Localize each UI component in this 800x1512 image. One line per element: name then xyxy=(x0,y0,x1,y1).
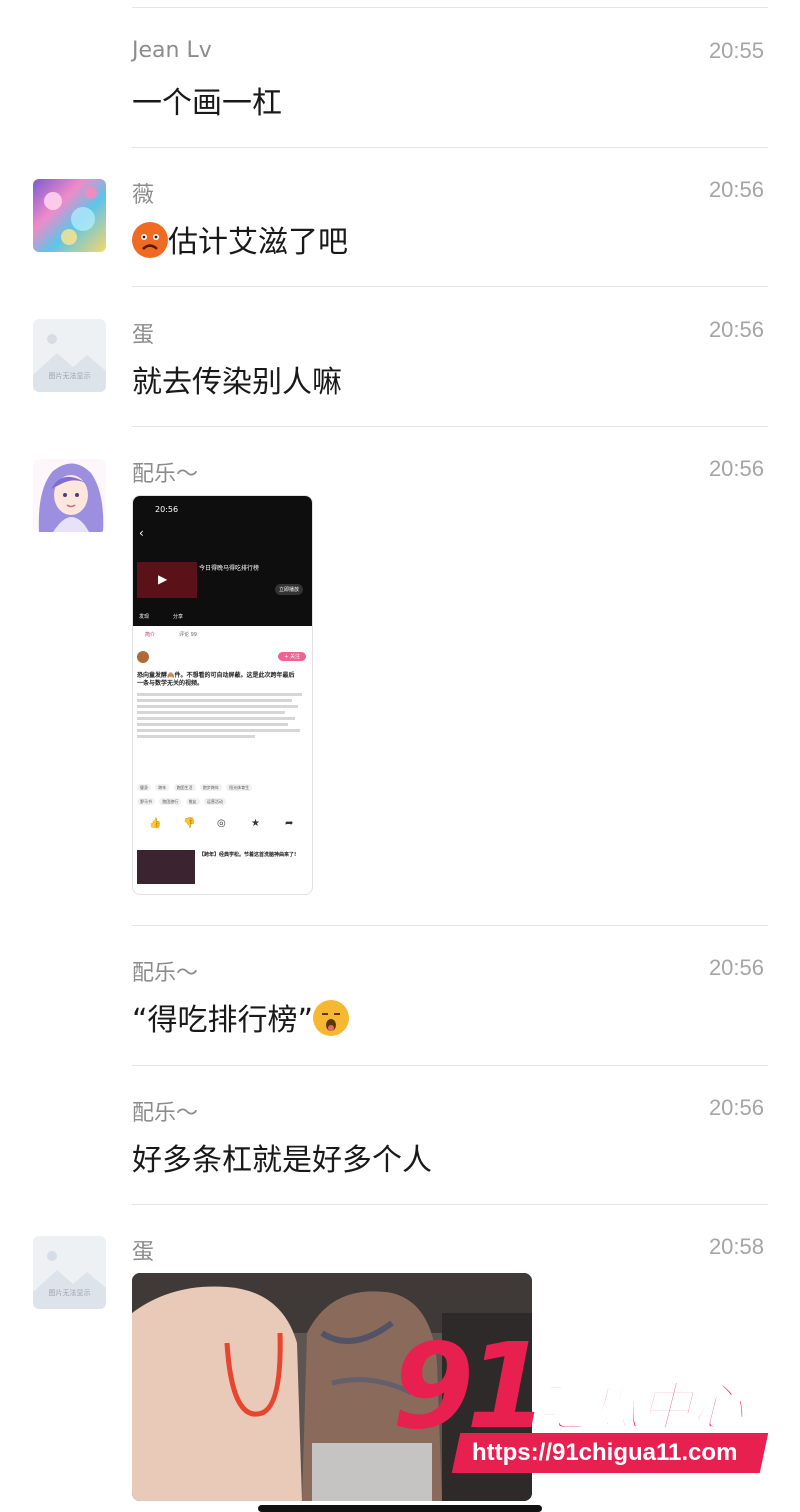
screenshot-status-time: 20:56 xyxy=(155,505,179,514)
message-text[interactable]: “得吃排行榜” xyxy=(132,995,350,1039)
screenshot-video-area: 20:56 ‹ ▶ 今日得晚马得吃排行榜 立即播放 发现 分享 xyxy=(133,496,312,626)
screenshot-action: 发现 xyxy=(139,614,150,620)
coin-icon: ◎ xyxy=(217,818,226,829)
screenshot-image[interactable]: 20:56 ‹ ▶ 今日得晚马得吃排行榜 立即播放 发现 分享 简介 评论 99… xyxy=(132,495,313,895)
message-divider xyxy=(132,147,768,148)
upset-face-icon xyxy=(132,222,168,258)
message-time: 20:56 xyxy=(708,317,764,342)
watermark-url: https://91chigua11.com xyxy=(472,1439,738,1466)
avatar-placeholder-caption: 图片无法显示 xyxy=(48,372,91,380)
follow-button: + 关注 xyxy=(278,652,306,661)
watermark-brand: 吃瓜中心 xyxy=(535,1377,745,1439)
screenshot-tab: 评论 99 xyxy=(179,632,197,638)
home-indicator xyxy=(258,1505,542,1512)
screenshot-action: 分享 xyxy=(173,614,184,620)
message-time: 20:55 xyxy=(708,38,764,63)
play-now-button: 立即播放 xyxy=(275,584,304,595)
message-time: 20:56 xyxy=(708,1095,764,1120)
message-text-content: “得吃排行榜” xyxy=(132,1003,314,1038)
tag-chip: 运营活动 xyxy=(203,798,226,805)
tag-chip: 跑团旅行 xyxy=(159,798,182,805)
recommended-video-title: 【跨年】经典学松。节着这首洗脑神曲来了! xyxy=(199,852,297,858)
message-divider xyxy=(132,286,768,287)
tongue-face-icon xyxy=(313,1000,350,1036)
share-icon: ➦ xyxy=(285,818,294,829)
avatar[interactable]: 图片无法显示 xyxy=(33,319,106,392)
video-title: 今日得晚马得吃排行榜 xyxy=(199,565,260,572)
tag-chip: 野马书 xyxy=(137,798,155,805)
avatar-placeholder-caption: 图片无法显示 xyxy=(48,1289,91,1297)
author-avatar xyxy=(137,651,149,663)
message-divider xyxy=(132,426,768,427)
message-text[interactable]: 一个画一杠 xyxy=(132,78,282,122)
tag-chip: 推友 xyxy=(185,798,200,805)
tag-chip: 阳光体育生 xyxy=(226,784,253,791)
post-headline: 恐向童发酵🙈件。不想看的可自动屏蔽。这是此次跨年最后一条与数学无关的视频。 xyxy=(137,672,295,687)
message-text[interactable]: 好多条杠就是好多个人 xyxy=(132,1135,432,1179)
screenshot-tags: 健身 跨年 跑团生活 跑步跨年 阳光体育生 野马书 跑团旅行 推友 运营活动 xyxy=(137,781,309,809)
site-watermark: 91 吃瓜中心 https://91chigua11.com xyxy=(388,1317,770,1485)
screenshot-author-row: + 关注 xyxy=(137,651,308,665)
sender-name: 配乐～ xyxy=(132,961,199,986)
sender-name: 配乐～ xyxy=(132,1101,199,1126)
tag-chip: 跨年 xyxy=(155,784,170,791)
like-icon: 👍 xyxy=(149,818,162,829)
star-icon: ★ xyxy=(251,818,260,829)
message-text[interactable]: 估计艾滋了吧 xyxy=(132,217,348,261)
tag-chip: 跑步跨年 xyxy=(199,784,222,791)
sender-name: 薇 xyxy=(132,183,155,208)
play-icon: ▶ xyxy=(158,572,168,586)
screenshot-action-icons: 👍 👎 ◎ ★ ➦ xyxy=(133,818,312,836)
message-text-content: 估计艾滋了吧 xyxy=(168,225,348,260)
recommended-video-thumb xyxy=(137,850,195,884)
message-divider xyxy=(132,1065,768,1066)
sender-name: 蛋 xyxy=(132,1240,155,1265)
sender-name: 蛋 xyxy=(132,323,155,348)
message-time: 20:58 xyxy=(708,1234,764,1259)
post-body-lines xyxy=(137,693,305,741)
tag-chip: 跑团生活 xyxy=(173,784,196,791)
message-time: 20:56 xyxy=(708,955,764,980)
avatar[interactable] xyxy=(33,459,106,532)
avatar[interactable] xyxy=(33,179,106,252)
tag-chip: 健身 xyxy=(137,784,151,791)
screenshot-tab: 简介 xyxy=(145,632,156,638)
message-time: 20:56 xyxy=(708,177,764,202)
screenshot-tab-bar: 简介 评论 99 xyxy=(133,627,312,643)
message-time: 20:56 xyxy=(708,456,764,481)
dislike-icon: 👎 xyxy=(183,818,196,829)
sender-name: Jean Lv xyxy=(132,38,212,63)
back-icon: ‹ xyxy=(139,526,144,540)
message-divider xyxy=(132,7,768,8)
message-divider xyxy=(132,1204,768,1205)
sender-name: 配乐～ xyxy=(132,462,199,487)
message-text[interactable]: 就去传染别人嘛 xyxy=(132,357,342,401)
avatar[interactable]: 图片无法显示 xyxy=(33,1236,106,1309)
message-divider xyxy=(132,925,768,926)
